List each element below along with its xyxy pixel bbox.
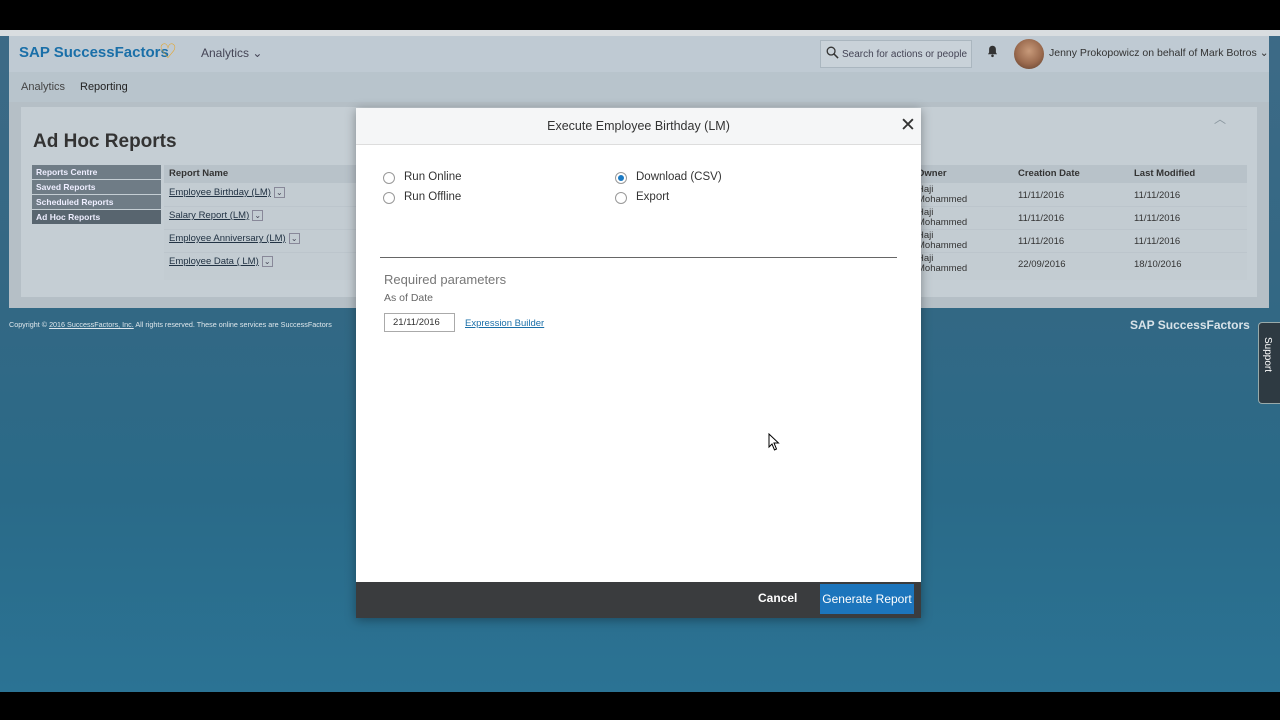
module-label: Analytics <box>201 46 250 60</box>
subnav-item-analytics[interactable]: Analytics <box>21 81 65 93</box>
required-parameters-heading: Required parameters <box>384 272 507 287</box>
support-tab[interactable]: Support <box>1258 322 1280 404</box>
copyright-link[interactable]: 2016 SuccessFactors, Inc. <box>49 320 134 329</box>
chevron-down-icon: ⌄ <box>252 46 263 60</box>
chevron-down-icon[interactable]: ⌄ <box>261 256 273 267</box>
report-link[interactable]: Employee Data ( LM) <box>169 256 259 267</box>
copyright-footer: Copyright © 2016 SuccessFactors, Inc. Al… <box>9 320 332 329</box>
creation-date-cell: 11/11/2016 <box>1018 190 1065 201</box>
side-item-scheduled-reports[interactable]: Scheduled Reports <box>32 195 161 210</box>
radio-button[interactable] <box>383 192 395 204</box>
app-window: SAP SuccessFactors ♡ Analytics ⌄ Search … <box>0 30 1280 692</box>
dialog-title: Execute Employee Birthday (LM) <box>547 119 730 133</box>
column-header-report-name[interactable]: Report Name <box>169 168 228 179</box>
collapse-icon[interactable]: ︿ <box>1214 110 1226 127</box>
last-modified-cell: 11/11/2016 <box>1134 236 1181 247</box>
report-name-cell: Employee Data ( LM) ⌄ <box>169 256 273 267</box>
last-modified-cell: 18/10/2016 <box>1134 259 1182 270</box>
expression-builder-link[interactable]: Expression Builder <box>465 318 544 329</box>
copyright-prefix: Copyright © <box>9 320 48 329</box>
generate-report-button[interactable]: Generate Report <box>820 584 914 614</box>
report-link[interactable]: Salary Report (LM) <box>169 210 249 221</box>
side-item-saved-reports[interactable]: Saved Reports <box>32 180 161 195</box>
execute-report-dialog: Execute Employee Birthday (LM) ✕ Run Onl… <box>356 108 921 618</box>
chevron-down-icon[interactable]: ⌄ <box>288 233 300 244</box>
support-label: Support <box>1262 337 1273 373</box>
radio-label: Run Online <box>404 171 462 183</box>
creation-date-cell: 22/09/2016 <box>1018 259 1066 270</box>
heart-logo-icon: ♡ <box>159 41 177 63</box>
bell-icon[interactable] <box>987 45 998 61</box>
page-title: Ad Hoc Reports <box>33 131 177 152</box>
search-input[interactable]: Search for actions or people <box>820 40 972 68</box>
report-name-cell: Employee Birthday (LM) ⌄ <box>169 187 285 198</box>
video-letterbox-bottom <box>0 692 1280 720</box>
radio-button[interactable] <box>615 192 627 204</box>
radio-button-selected[interactable] <box>615 172 627 184</box>
chevron-down-icon[interactable]: ⌄ <box>273 187 285 198</box>
search-icon <box>826 46 839 59</box>
search-placeholder: Search for actions or people <box>842 49 968 60</box>
column-header-creation-date[interactable]: Creation Date <box>1018 168 1080 179</box>
chevron-down-icon: ⌄ <box>1259 47 1269 59</box>
dialog-footer: Cancel Generate Report <box>356 582 921 618</box>
radio-label: Run Offline <box>404 191 462 203</box>
close-icon[interactable]: ✕ <box>900 114 916 137</box>
owner-cell-line2: Mohammed <box>917 240 968 251</box>
side-item-reports-centre[interactable]: Reports Centre <box>32 165 161 180</box>
last-modified-cell: 11/11/2016 <box>1134 190 1181 201</box>
footer-logo: SAP SuccessFactors <box>1130 318 1250 332</box>
dialog-header: Execute Employee Birthday (LM) ✕ <box>356 108 921 145</box>
owner-cell-line2: Mohammed <box>917 263 968 274</box>
divider <box>380 257 897 258</box>
reports-side-menu: Reports Centre Saved Reports Scheduled R… <box>32 165 161 225</box>
owner-cell-line2: Mohammed <box>917 217 968 228</box>
radio-button[interactable] <box>383 172 395 184</box>
user-menu[interactable]: Jenny Prokopowicz on behalf of Mark Botr… <box>1049 47 1269 59</box>
footer-logo-text: SAP SuccessFactors <box>1130 318 1250 332</box>
as-of-date-input[interactable] <box>384 313 455 332</box>
column-header-owner[interactable]: Owner <box>917 168 947 179</box>
app-logo[interactable]: SAP SuccessFactors <box>19 44 169 61</box>
as-of-date-label: As of Date <box>384 292 434 304</box>
mouse-cursor-icon <box>768 433 780 451</box>
module-picker[interactable]: Analytics ⌄ <box>201 46 262 60</box>
radio-label: Export <box>636 191 670 203</box>
subnav-item-reporting[interactable]: Reporting <box>80 81 128 93</box>
user-name: Jenny Prokopowicz on behalf of Mark Botr… <box>1049 47 1257 59</box>
side-item-ad-hoc-reports[interactable]: Ad Hoc Reports <box>32 210 161 225</box>
report-link[interactable]: Employee Anniversary (LM) <box>169 233 286 244</box>
owner-cell-line2: Mohammed <box>917 194 968 205</box>
global-header: SAP SuccessFactors ♡ Analytics ⌄ Search … <box>9 36 1269 72</box>
sub-navigation: Analytics Reporting <box>9 72 1269 102</box>
column-header-last-modified[interactable]: Last Modified <box>1134 168 1195 179</box>
copyright-suffix: All rights reserved. These online servic… <box>135 320 332 329</box>
creation-date-cell: 11/11/2016 <box>1018 236 1065 247</box>
avatar[interactable] <box>1014 39 1044 69</box>
video-letterbox-top <box>0 0 1280 30</box>
cancel-button[interactable]: Cancel <box>758 591 797 605</box>
last-modified-cell: 11/11/2016 <box>1134 213 1181 224</box>
creation-date-cell: 11/11/2016 <box>1018 213 1065 224</box>
radio-label: Download (CSV) <box>636 171 722 183</box>
report-name-cell: Employee Anniversary (LM) ⌄ <box>169 233 300 244</box>
report-link[interactable]: Employee Birthday (LM) <box>169 187 271 198</box>
chevron-down-icon[interactable]: ⌄ <box>252 210 264 221</box>
report-name-cell: Salary Report (LM) ⌄ <box>169 210 264 221</box>
